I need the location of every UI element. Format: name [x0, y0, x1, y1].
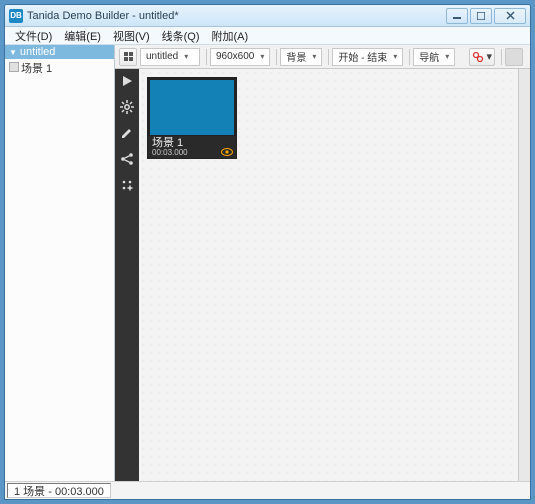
toolbar-overflow-button[interactable] — [505, 48, 523, 66]
settings-button[interactable] — [119, 99, 135, 115]
close-button[interactable] — [494, 8, 526, 24]
grid-icon — [124, 52, 133, 61]
toolbar: untitled ▾ 960x600 ▾ 背景 ▾ 开始 - 结束 ▾ — [115, 45, 530, 69]
chevron-down-icon: ▾ — [486, 50, 492, 63]
menu-view[interactable]: 视图(V) — [107, 27, 156, 45]
menubar: 文件(D) 编辑(E) 视图(V) 线条(Q) 附加(A) — [5, 27, 530, 45]
status-text: 1 场景 - 00:03.000 — [7, 483, 111, 498]
startend-select[interactable]: 开始 - 结束 ▾ — [332, 48, 403, 66]
menu-lines[interactable]: 线条(Q) — [156, 27, 206, 45]
menu-edit[interactable]: 编辑(E) — [58, 27, 107, 45]
scene-select-label: untitled — [143, 51, 181, 62]
vertical-scrollbar[interactable] — [518, 69, 530, 481]
resolution-select[interactable]: 960x600 ▾ — [210, 48, 270, 66]
scene-sidebar: ▼ untitled 场景 1 — [5, 45, 115, 481]
chevron-down-icon: ▾ — [309, 52, 319, 61]
visibility-icon[interactable] — [221, 147, 233, 155]
background-select[interactable]: 背景 ▾ — [280, 48, 322, 66]
thumbnail-name: 场景 1 — [152, 138, 232, 149]
minimize-button[interactable] — [446, 8, 468, 24]
add-button[interactable] — [119, 177, 135, 193]
link-icon — [472, 51, 484, 63]
scene-select[interactable]: untitled ▾ — [140, 48, 200, 66]
background-label: 背景 — [283, 49, 309, 64]
resolution-label: 960x600 — [213, 51, 257, 62]
nav-label: 导航 — [416, 49, 442, 64]
sidebar-title: untitled — [20, 46, 55, 58]
separator — [328, 49, 329, 65]
window-title: Tanida Demo Builder - untitled* — [27, 10, 446, 22]
separator — [501, 49, 502, 65]
startend-label: 开始 - 结束 — [335, 49, 390, 64]
maximize-button[interactable] — [470, 8, 492, 24]
collapse-triangle-icon: ▼ — [9, 48, 17, 57]
chevron-down-icon: ▾ — [442, 52, 452, 61]
titlebar[interactable]: DB Tanida Demo Builder - untitled* — [5, 5, 530, 27]
nav-select[interactable]: 导航 ▾ — [413, 48, 455, 66]
separator — [206, 49, 207, 65]
chevron-down-icon: ▾ — [390, 52, 400, 61]
separator — [276, 49, 277, 65]
status-bar: 1 场景 - 00:03.000 — [5, 481, 530, 499]
play-button[interactable] — [119, 73, 135, 89]
chevron-down-icon: ▾ — [257, 52, 267, 61]
share-button[interactable] — [119, 151, 135, 167]
thumbnail-time: 00:03.000 — [152, 149, 232, 157]
grid-view-button[interactable] — [119, 48, 137, 66]
edit-button[interactable] — [119, 125, 135, 141]
thumbnail-info: 场景 1 00:03.000 — [148, 136, 236, 158]
stage-canvas[interactable]: 场景 1 00:03.000 — [139, 69, 518, 481]
scene-thumbnail[interactable]: 场景 1 00:03.000 — [147, 77, 237, 159]
separator — [409, 49, 410, 65]
app-window: DB Tanida Demo Builder - untitled* 文件(D)… — [4, 4, 531, 500]
menu-file[interactable]: 文件(D) — [9, 27, 58, 45]
menu-addon[interactable]: 附加(A) — [206, 27, 255, 45]
sidebar-header[interactable]: ▼ untitled — [5, 45, 114, 59]
app-icon: DB — [9, 9, 23, 23]
link-tool-button[interactable]: ▾ — [469, 48, 495, 66]
side-toolbar — [115, 69, 139, 481]
sidebar-item-scene[interactable]: 场景 1 — [5, 59, 114, 75]
thumbnail-preview — [148, 78, 236, 136]
chevron-down-icon: ▾ — [181, 52, 191, 61]
